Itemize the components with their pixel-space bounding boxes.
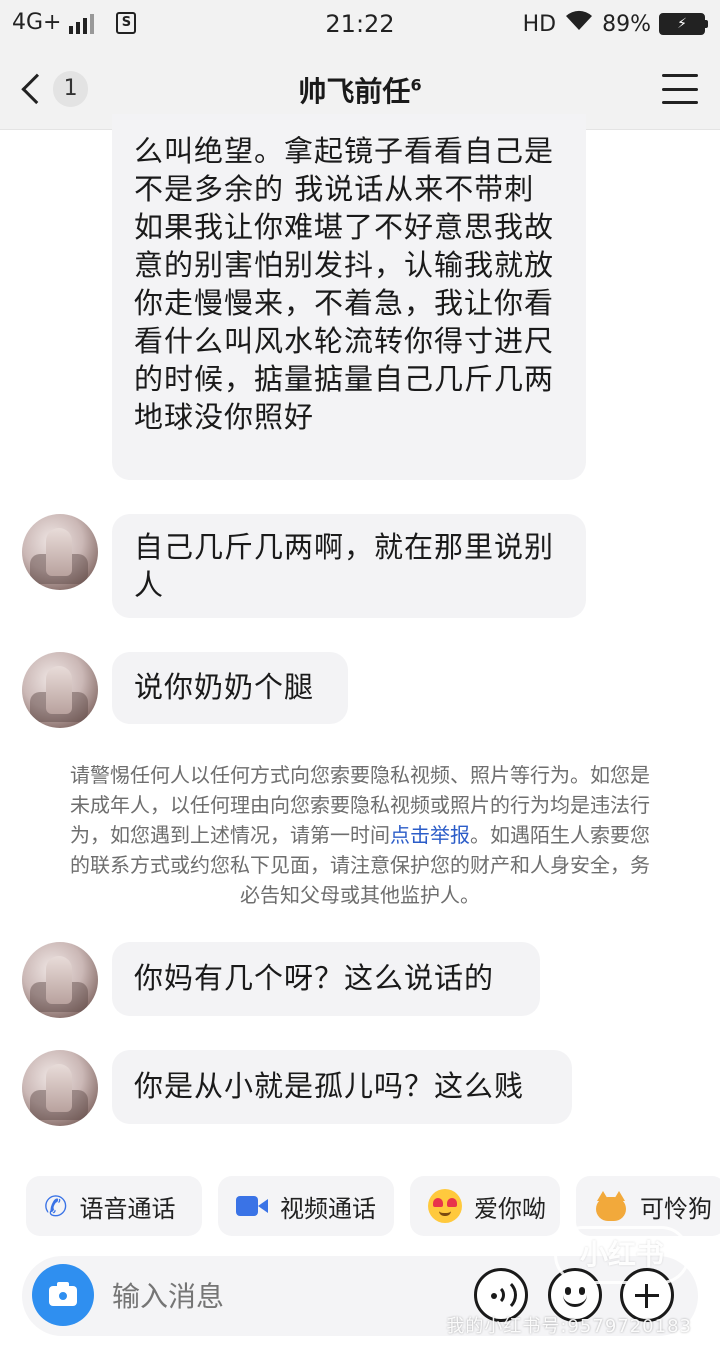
message-bubble[interactable]: 你妈有几个呀？这么说话的 [112, 942, 540, 1016]
voice-call-chip[interactable]: ✆ 语音通话 [26, 1176, 202, 1236]
message-bubble[interactable]: 么叫绝望。拿起镜子看看自己是不是多余的 我说话从来不带刺 如果我让你难堪了不好意… [112, 114, 586, 480]
report-link[interactable]: 点击举报 [390, 823, 470, 847]
message-bubble[interactable]: 自己几斤几两啊，就在那里说别人 [112, 514, 586, 618]
watermark-text: 我的小红书号:9579720183 [446, 1316, 692, 1337]
video-call-chip[interactable]: 视频通话 [218, 1176, 394, 1236]
watermark-logo: 小红书 [554, 1226, 690, 1284]
safety-warning: 请警惕任何人以任何方式向您索要隐私视频、照片等行为。如您是未成年人，以任何理由向… [70, 760, 650, 910]
message-bubble[interactable]: 说你奶奶个腿 [112, 652, 348, 724]
message-bubble[interactable]: 你是从小就是孤儿吗？这么贱 [112, 1050, 572, 1124]
chat-title-text: 帅飞前任 [298, 75, 411, 108]
battery-icon: ⚡ [659, 13, 708, 35]
message-text: 么叫绝望。拿起镜子看看自己是不是多余的 我说话从来不带刺 如果我让你难堪了不好意… [134, 134, 555, 434]
phone-icon: ✆ [44, 1189, 68, 1223]
chip-label: 语音通话 [79, 1194, 176, 1223]
message-text: 你妈有几个呀？这么说话的 [134, 961, 495, 995]
message-text: 你是从小就是孤儿吗？这么贱 [134, 1069, 525, 1103]
cat-emoji-icon [594, 1191, 628, 1221]
avatar[interactable] [22, 514, 98, 590]
chat-title: 帅飞前任6 [0, 70, 720, 110]
camera-button[interactable] [32, 1264, 94, 1326]
avatar[interactable] [22, 1050, 98, 1126]
chat-title-superscript: 6 [410, 75, 422, 95]
battery-percent: 89% [602, 11, 651, 37]
wifi-icon [564, 10, 594, 38]
avatar[interactable] [22, 942, 98, 1018]
love-sticker-chip[interactable]: 爱你呦 [410, 1176, 560, 1236]
status-right: HD 89% ⚡ [523, 10, 708, 38]
hd-indicator: HD [522, 11, 557, 37]
chip-label: 爱你呦 [474, 1194, 546, 1223]
smile-icon [565, 1287, 571, 1295]
message-text: 说你奶奶个腿 [134, 670, 315, 704]
message-text: 自己几斤几两啊，就在那里说别人 [134, 530, 555, 602]
chip-label: 视频通话 [280, 1194, 376, 1223]
avatar[interactable] [22, 652, 98, 728]
message-input[interactable] [112, 1278, 412, 1314]
heart-eyes-emoji-icon [428, 1189, 462, 1223]
video-icon [236, 1194, 268, 1218]
menu-icon[interactable] [662, 74, 698, 104]
chip-label: 可怜狗 [640, 1194, 712, 1223]
status-bar: 4G+ S 21:22 HD 89% ⚡ [0, 0, 720, 48]
